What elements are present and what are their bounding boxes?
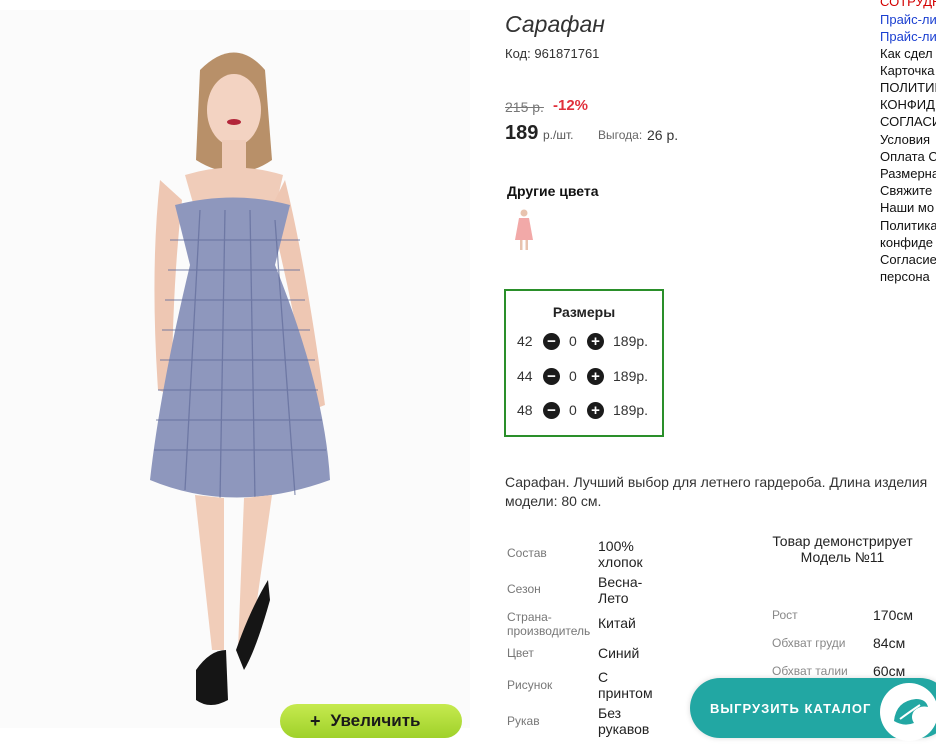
sidebar-link[interactable]: конфиде bbox=[880, 235, 933, 250]
model-title: Товар демонстрирует Модель №11 bbox=[772, 533, 913, 565]
size-value: 42 bbox=[517, 333, 533, 349]
old-price: 215 р. bbox=[505, 99, 544, 115]
model-value: 60см bbox=[873, 663, 906, 679]
sidebar-link[interactable]: Согласие bbox=[880, 252, 936, 267]
sidebar-link[interactable]: Наши мо bbox=[880, 200, 934, 215]
plus-icon[interactable]: + bbox=[587, 333, 604, 350]
color-variant-thumbnail[interactable] bbox=[513, 208, 535, 252]
size-row: 48 − 0 + 189р. bbox=[517, 400, 657, 420]
model-label: Обхват груди bbox=[772, 636, 846, 650]
sizes-title: Размеры bbox=[552, 304, 616, 320]
sidebar-link[interactable]: Свяжите bbox=[880, 183, 932, 198]
model-label: Обхват талии bbox=[772, 664, 848, 678]
sidebar-link[interactable]: Условия bbox=[880, 132, 930, 147]
pink-dress-thumb bbox=[515, 209, 533, 250]
plus-icon[interactable]: + bbox=[587, 368, 604, 385]
attr-value: Синий bbox=[598, 645, 640, 661]
product-code-label: Код: bbox=[505, 46, 531, 61]
current-price: 189 bbox=[505, 122, 539, 144]
sidebar-link[interactable]: СОТРУДН bbox=[880, 0, 936, 9]
sidebar-link[interactable]: СОГЛАСИ bbox=[880, 114, 936, 129]
quantity-value: 0 bbox=[569, 402, 577, 418]
attr-value: Китай bbox=[598, 615, 636, 631]
attr-value: Без рукавов bbox=[598, 705, 650, 737]
quantity-value: 0 bbox=[569, 333, 577, 349]
size-price: 189р. bbox=[613, 368, 649, 384]
model-value: 84см bbox=[873, 635, 906, 651]
sidebar-link[interactable]: ПОЛИТИК bbox=[880, 80, 936, 95]
zoom-button[interactable]: + Увеличить bbox=[280, 704, 462, 738]
plus-icon: + bbox=[310, 710, 321, 731]
sizes-box: Размеры 42 − 0 + 189р. 44 − 0 + 189р. 48… bbox=[504, 289, 664, 437]
attr-label: Цвет bbox=[507, 646, 534, 660]
sidebar-link[interactable]: Политика bbox=[880, 218, 936, 233]
sidebar-menu: СОТРУДН Прайс-ли Прайс-ли Как сдел Карто… bbox=[880, 0, 936, 290]
export-catalog-label: ВЫГРУЗИТЬ КАТАЛОГ bbox=[710, 700, 872, 716]
product-title: Сарафан bbox=[505, 11, 605, 37]
attr-label: Рисунок bbox=[507, 678, 553, 692]
sidebar-link[interactable]: Прайс-ли bbox=[880, 12, 936, 27]
attr-label: Рукав bbox=[507, 714, 540, 728]
size-value: 48 bbox=[517, 402, 533, 418]
size-row: 42 − 0 + 189р. bbox=[517, 331, 657, 351]
benefit-value: 26 р. bbox=[647, 127, 679, 143]
sidebar-link[interactable]: Размерна bbox=[880, 166, 936, 181]
benefit-label: Выгода: bbox=[598, 128, 643, 142]
product-code-value: 961871761 bbox=[534, 46, 600, 61]
attr-value: 100% хлопок bbox=[598, 538, 643, 570]
attr-label: Состав bbox=[507, 546, 547, 560]
minus-icon[interactable]: − bbox=[543, 368, 560, 385]
attr-label: Сезон bbox=[507, 582, 541, 596]
product-description: Сарафан. Лучший выбор для летнего гардер… bbox=[505, 474, 928, 509]
size-value: 44 bbox=[517, 368, 533, 384]
plus-icon[interactable]: + bbox=[587, 402, 604, 419]
sidebar-link[interactable]: Карточка bbox=[880, 63, 934, 78]
quantity-value: 0 bbox=[569, 368, 577, 384]
zoom-label: Увеличить bbox=[330, 711, 421, 730]
size-price: 189р. bbox=[613, 333, 649, 349]
leaf-icon-svg bbox=[894, 699, 928, 725]
size-row: 44 − 0 + 189р. bbox=[517, 366, 657, 386]
model-label: Рост bbox=[772, 608, 798, 622]
sidebar-link[interactable]: персона bbox=[880, 269, 930, 284]
other-colors-title: Другие цвета bbox=[507, 183, 599, 199]
price-unit: р./шт. bbox=[543, 128, 574, 142]
product-image[interactable] bbox=[0, 10, 470, 728]
attr-label: Страна-производитель bbox=[507, 610, 591, 638]
minus-icon[interactable]: − bbox=[543, 333, 560, 350]
sidebar-link[interactable]: Как сдел bbox=[880, 46, 933, 61]
attr-value: С принтом bbox=[598, 669, 653, 701]
sidebar-link[interactable]: КОНФИД bbox=[880, 97, 935, 112]
product-code: Код: 961871761 bbox=[505, 46, 599, 61]
minus-icon[interactable]: − bbox=[543, 402, 560, 419]
product-photo-figure bbox=[0, 10, 470, 728]
leaf-icon[interactable] bbox=[880, 683, 936, 741]
size-price: 189р. bbox=[613, 402, 649, 418]
discount-badge: -12% bbox=[553, 97, 589, 114]
sidebar-link[interactable]: Прайс-ли bbox=[880, 29, 936, 44]
model-value: 170см bbox=[873, 607, 913, 623]
attr-value: Весна-Лето bbox=[598, 574, 643, 606]
sidebar-link[interactable]: Оплата С bbox=[880, 149, 936, 164]
